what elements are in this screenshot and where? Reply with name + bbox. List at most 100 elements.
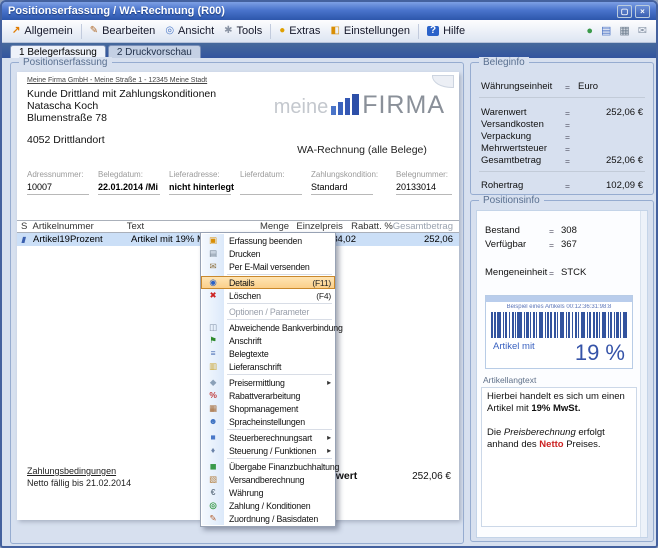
arrow-icon: ↗: [12, 26, 20, 36]
exit-icon: ▣: [206, 234, 220, 247]
field-value[interactable]: [240, 182, 302, 195]
zahlungsbedingungen-link[interactable]: Zahlungsbedingungen: [27, 466, 116, 476]
equals-sign: =: [565, 108, 578, 118]
recipient-street: Blumenstraße 78: [27, 112, 107, 124]
printer-icon[interactable]: ▦: [619, 24, 629, 38]
field-adressnummer: Adressnummer: 10007: [27, 170, 89, 195]
artikellangtext-box: Hierbei handelt es sich um einen Artikel…: [481, 387, 637, 527]
field-value[interactable]: 20133014: [396, 182, 452, 195]
menu-item-label: Versandberechnung: [229, 475, 304, 485]
row-label: Versandkosten: [481, 119, 565, 130]
menu-item-waehrung[interactable]: € Währung: [201, 486, 335, 499]
positionsinfo-row-verfuegbar: Verfügbar = 367: [485, 239, 635, 250]
field-value[interactable]: 10007: [27, 182, 89, 195]
menu-item-uebergabe-finanzbuchhaltung[interactable]: ◼ Übergabe Finanzbuchhaltung: [201, 460, 335, 473]
column-header-menge: Menge: [246, 221, 289, 232]
menu-ansicht[interactable]: ◎ Ansicht: [160, 23, 219, 39]
bank-icon: ◫: [206, 321, 220, 334]
menu-extras[interactable]: ● Extras: [274, 23, 325, 39]
menu-item-belegtexte[interactable]: ≡ Belegtexte: [201, 347, 335, 360]
globe-icon[interactable]: ●: [586, 24, 593, 38]
menu-bar: ↗ Allgemein ✎ Bearbeiten ◎ Ansicht ✱ Too…: [2, 20, 656, 43]
tools-icon: ✱: [224, 26, 232, 36]
view-icon: ◎: [165, 26, 174, 36]
menu-shortcut: (F11): [312, 278, 331, 288]
restore-button[interactable]: ▢: [617, 5, 632, 18]
menu-label: Extras: [289, 25, 320, 37]
sender-line: Meine Firma GmbH - Meine Straße 1 - 1234…: [27, 77, 207, 84]
row-value: STCK: [561, 267, 586, 278]
menu-item-label: Übergabe Finanzbuchhaltung: [229, 462, 339, 472]
menu-item-anschrift[interactable]: ⚑ Anschrift: [201, 334, 335, 347]
field-belegnummer: Belegnummer: 20133014: [396, 170, 452, 195]
barcode-caption: Beispiel eines Artikels 00:12:36:31:98:8: [488, 304, 630, 310]
menu-bearbeiten[interactable]: ✎ Bearbeiten: [85, 23, 161, 39]
menu-separator: [227, 303, 332, 304]
document-icon[interactable]: ▤: [601, 24, 611, 38]
payment-icon: ◎: [206, 499, 220, 512]
row-label: Bestand: [485, 225, 549, 236]
barcode-header-band: [486, 296, 632, 302]
field-value[interactable]: nicht hinterlegt: [169, 182, 231, 195]
column-header-rabatt: Rabatt. %: [343, 221, 393, 232]
menu-item-steuerung-funktionen[interactable]: ♦ Steuerung / Funktionen ▸: [201, 444, 335, 457]
menu-item-label: Drucken: [229, 249, 260, 259]
menu-item-spracheinstellungen[interactable]: ☻ Spracheinstellungen: [201, 415, 335, 428]
column-header-artikelnummer: Artikelnummer: [33, 221, 127, 232]
menu-item-steuerberechnungsart[interactable]: ■ Steuerberechnungsart ▸: [201, 431, 335, 444]
menu-item-lieferanschrift[interactable]: ▥ Lieferanschrift: [201, 360, 335, 373]
mail-icon[interactable]: ✉: [638, 24, 647, 38]
beleginfo-row-waehrungseinheit: Währungseinheit = Euro: [481, 81, 643, 92]
menu-item-zahlung-konditionen[interactable]: ◎ Zahlung / Konditionen: [201, 499, 335, 512]
field-value[interactable]: 22.01.2014 /Mi: [98, 182, 160, 195]
menu-item-rabattverarbeitung[interactable]: % Rabattverarbeitung: [201, 389, 335, 402]
positionsinfo-groupbox: Positionsinfo Bestand = 308 Verfügbar = …: [470, 200, 654, 542]
menu-item-label: Shopmanagement: [229, 404, 298, 414]
scrollbar[interactable]: [640, 211, 647, 537]
column-header-s: S: [17, 221, 33, 232]
tab-druckvorschau[interactable]: 2 Druckvorschau: [108, 45, 201, 58]
menu-tools[interactable]: ✱ Tools: [219, 23, 267, 39]
barcode-article-label: Artikel mit: [493, 341, 535, 352]
longtext-paragraph-1: Hierbei handelt es sich um einen Artikel…: [487, 391, 631, 416]
barcode-percent-label: 19 %: [575, 340, 625, 366]
equals-sign: =: [549, 226, 561, 236]
equals-sign: =: [565, 144, 578, 154]
menu-item-shopmanagement[interactable]: ▦ Shopmanagement: [201, 402, 335, 415]
article-barcode-image: Beispiel eines Artikels 00:12:36:31:98:8…: [485, 295, 633, 369]
menu-einstellungen[interactable]: ◧ Einstellungen: [325, 23, 415, 39]
menu-hilfe[interactable]: ? Hilfe: [422, 23, 470, 39]
title-bar[interactable]: Positionserfassung / WA-Rechnung (R00) ▢…: [2, 2, 656, 20]
row-value: 102,09 €: [578, 180, 643, 191]
flag-icon: ⚑: [206, 334, 220, 347]
field-label: Belegnummer:: [396, 170, 452, 179]
close-button[interactable]: ×: [635, 5, 650, 18]
field-lieferadresse: Lieferadresse: nicht hinterlegt: [169, 170, 231, 195]
divider: [479, 171, 645, 172]
row-value: 252,06 €: [578, 155, 643, 166]
shipping-icon: ▧: [206, 473, 220, 486]
row-value: 367: [561, 239, 577, 250]
menu-item-drucken[interactable]: ▤ Drucken: [201, 247, 335, 260]
beleginfo-row-gesamtbetrag: Gesamtbetrag = 252,06 €: [481, 155, 643, 166]
row-label: Mehrwertsteuer: [481, 143, 565, 154]
menu-item-erfassung-beenden[interactable]: ▣ Erfassung beenden: [201, 234, 335, 247]
menu-item-details[interactable]: ◉ Details (F11): [201, 276, 335, 289]
menu-item-preisermittlung[interactable]: ◆ Preisermittlung ▸: [201, 376, 335, 389]
menu-item-abweichende-bankverbindung[interactable]: ◫ Abweichende Bankverbindung: [201, 321, 335, 334]
equals-sign: =: [565, 181, 578, 191]
menu-item-loeschen[interactable]: ✖ Löschen (F4): [201, 289, 335, 302]
artikellangtext-legend: Artikellangtext: [483, 375, 536, 385]
groupbox-legend: Beleginfo: [479, 57, 529, 68]
cell-artikelnummer: Artikel19Prozent: [33, 234, 131, 245]
menu-item-zuordnung-basisdaten[interactable]: ✎ Zuordnung / Basisdaten: [201, 512, 335, 525]
field-value[interactable]: Standard: [311, 182, 373, 195]
context-menu: ▣ Erfassung beenden ▤ Drucken ✉ Per E-Ma…: [200, 232, 336, 527]
accounting-icon: ◼: [206, 460, 220, 473]
menu-item-label: Per E-Mail versenden: [229, 262, 310, 272]
menu-item-label: Rabattverarbeitung: [229, 391, 300, 401]
submenu-arrow-icon: ▸: [327, 378, 331, 387]
menu-item-versandberechnung[interactable]: ▧ Versandberechnung: [201, 473, 335, 486]
menu-allgemein[interactable]: ↗ Allgemein: [7, 23, 78, 39]
menu-item-email-versenden[interactable]: ✉ Per E-Mail versenden: [201, 260, 335, 273]
